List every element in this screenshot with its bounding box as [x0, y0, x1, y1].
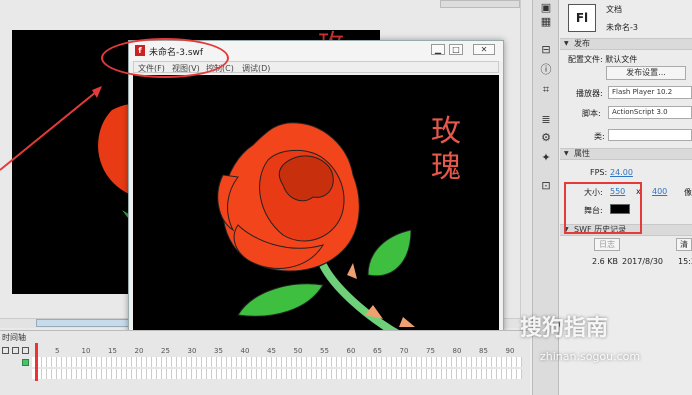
playhead[interactable]: [35, 343, 38, 381]
class-input[interactable]: [608, 129, 692, 141]
class-label: 类:: [594, 132, 605, 141]
section-attributes[interactable]: 属性: [560, 148, 692, 160]
history-size: 2.6 KB: [592, 257, 618, 266]
timeline-tick: 70: [399, 347, 409, 355]
timeline-tick: 75: [426, 347, 435, 355]
doc-name: 未命名-3: [606, 23, 638, 32]
transform-icon[interactable]: ⌗: [539, 84, 553, 96]
timeline-tick: 35: [214, 347, 223, 355]
timeline-tick: 55: [320, 347, 329, 355]
timeline-tick: 5: [55, 347, 60, 355]
config-label: 配置文件: 默认文件: [568, 55, 638, 64]
library-icon[interactable]: ▦: [539, 16, 553, 28]
timeline-tick: 20: [134, 347, 144, 355]
timeline-tick: 60: [346, 347, 356, 355]
timeline-tick: 85: [479, 347, 488, 355]
timeline-tick: 15: [108, 347, 117, 355]
timeline-tick: 25: [161, 347, 170, 355]
timeline-frames-row[interactable]: [32, 369, 522, 379]
timeline-tick: 65: [373, 347, 382, 355]
script-label: 脚本:: [582, 109, 601, 118]
color-icon[interactable]: ✦: [539, 152, 553, 164]
clear-button[interactable]: 清: [676, 238, 692, 251]
section-publish[interactable]: 发布: [560, 38, 692, 50]
doc-type: 文档: [606, 5, 622, 14]
annotation-box: [564, 182, 642, 234]
motion-presets-icon[interactable]: ⊡: [539, 180, 553, 192]
fl-document-icon: Fl: [568, 4, 596, 32]
timeline-tick: 80: [452, 347, 462, 355]
timeline-frames-row[interactable]: [32, 357, 522, 367]
eye-icon[interactable]: [2, 347, 9, 354]
lock-icon[interactable]: [12, 347, 19, 354]
fps-value[interactable]: 24.00: [610, 168, 633, 177]
timeline-tick: 50: [293, 347, 303, 355]
px-label: 像: [684, 188, 692, 197]
player-label: 播放器:: [576, 89, 603, 98]
code-snippets-icon[interactable]: ≣: [539, 114, 553, 126]
layer-controls: [0, 345, 32, 385]
timeline-panel: 时间轴 5 10 15 20 25 30 35 40 45 50 55 60 65 70 75 80 85 90: [0, 330, 530, 395]
watermark-text: 搜狗指南: [520, 316, 609, 341]
timeline-tick: 40: [240, 347, 250, 355]
log-button[interactable]: 日志: [594, 238, 620, 251]
history-date: 2017/8/30: [622, 257, 664, 266]
timeline-tick: 90: [505, 347, 515, 355]
timeline-tick: 10: [81, 347, 91, 355]
timeline-title: 时间轴: [2, 333, 26, 342]
watermark-url: zhinan.sogou.com: [540, 350, 641, 363]
align-icon[interactable]: ⊟: [539, 44, 553, 56]
height-value[interactable]: 400: [652, 187, 667, 196]
timeline-tick: 45: [267, 347, 276, 355]
outline-icon[interactable]: [22, 347, 29, 354]
publish-settings-button[interactable]: 发布设置...: [606, 66, 686, 80]
properties-icon[interactable]: ▣: [539, 2, 553, 14]
timeline-tick: 30: [187, 347, 197, 355]
info-icon[interactable]: ⓘ: [539, 64, 553, 76]
components-icon[interactable]: ⚙: [539, 132, 553, 144]
history-time: 15:3: [678, 257, 692, 266]
script-select[interactable]: ActionScript 3.0: [608, 106, 692, 119]
fps-label: FPS:: [590, 168, 608, 177]
player-select[interactable]: Flash Player 10.2: [608, 86, 692, 99]
layer-color-icon: [22, 359, 29, 366]
